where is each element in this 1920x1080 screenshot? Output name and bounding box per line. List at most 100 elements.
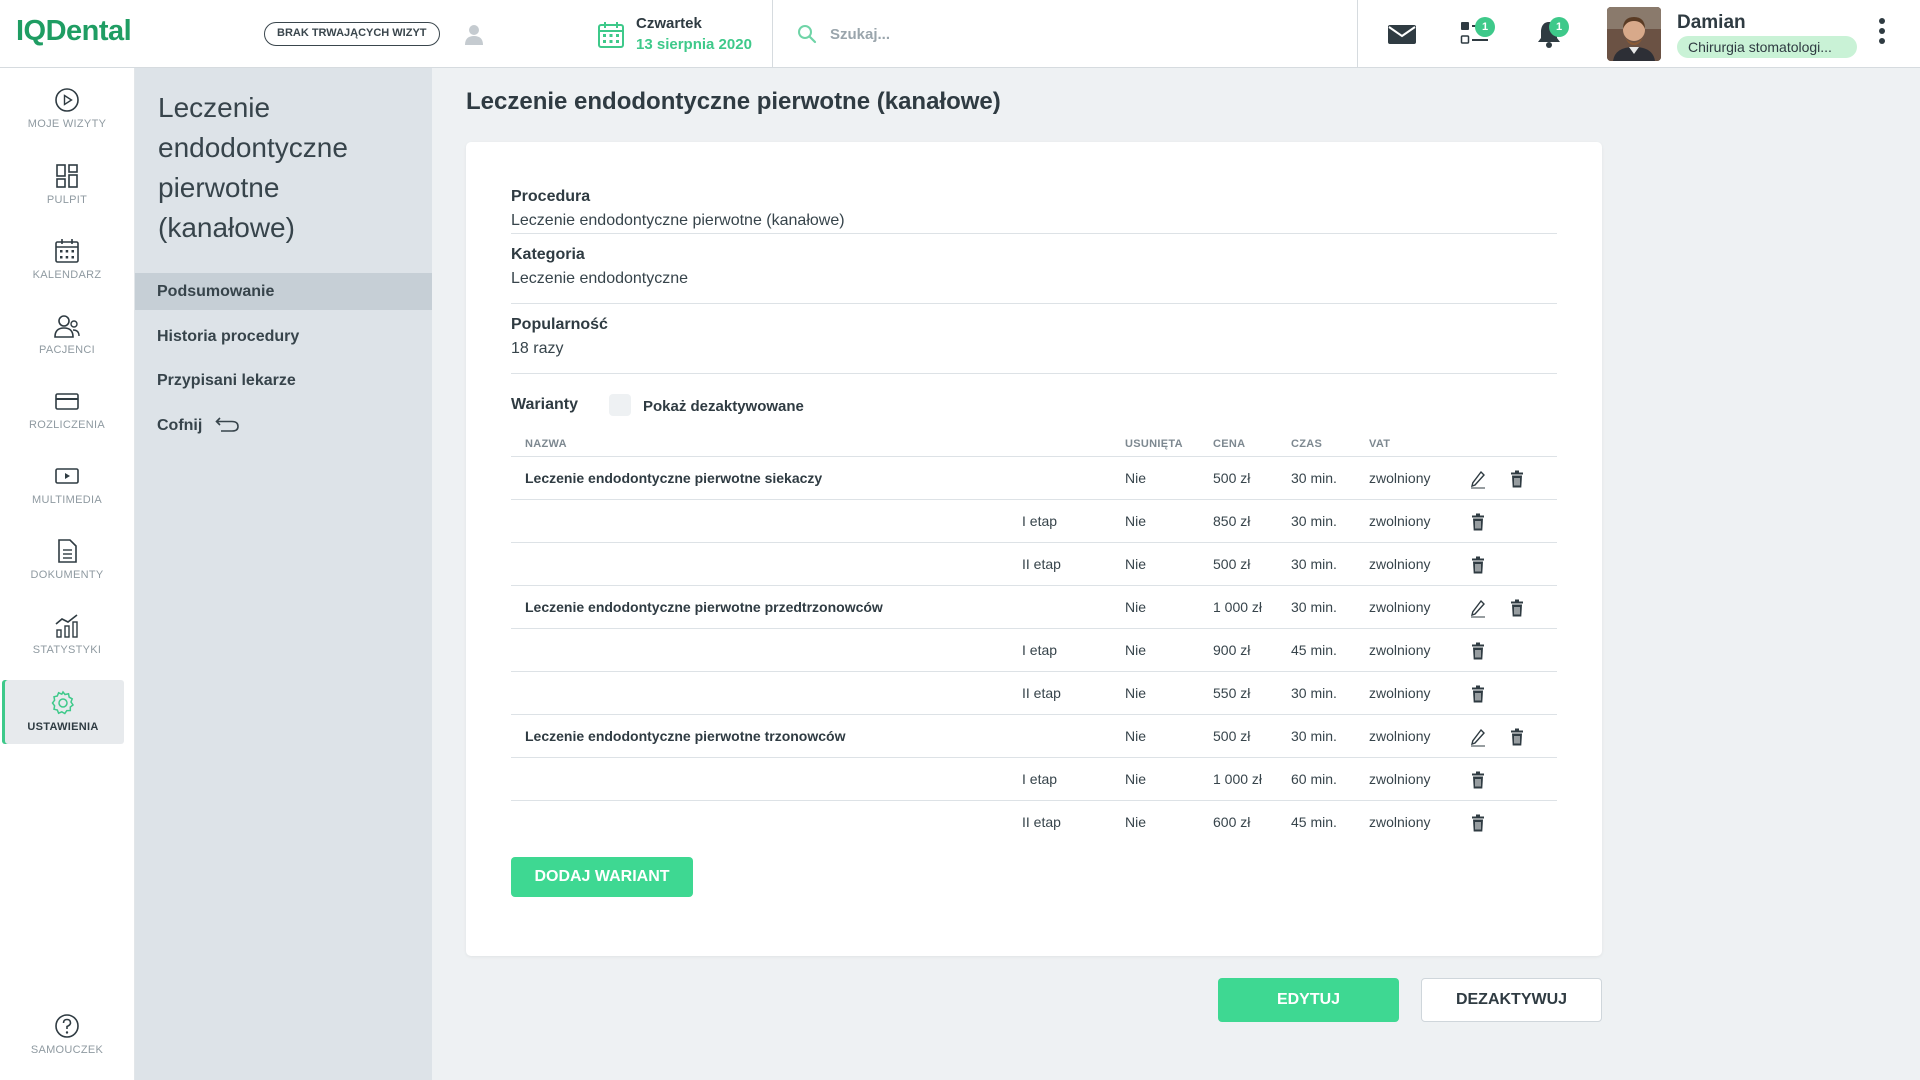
search-input[interactable] bbox=[830, 20, 1250, 48]
variant-deleted: Nie bbox=[1125, 556, 1147, 572]
variant-deleted: Nie bbox=[1125, 513, 1147, 529]
variant-deleted: Nie bbox=[1125, 771, 1147, 787]
mail-icon[interactable] bbox=[1385, 18, 1419, 50]
help-icon bbox=[55, 1014, 79, 1038]
app-logo[interactable]: IQDental bbox=[16, 15, 132, 48]
variant-row: Leczenie endodontyczne pierwotne siekacz… bbox=[511, 456, 1557, 499]
trash-icon[interactable] bbox=[1508, 727, 1526, 747]
nav-item-moje-wizyty[interactable]: MOJE WIZYTY bbox=[0, 86, 134, 150]
stats-icon bbox=[55, 614, 78, 638]
nav-item-pulpit[interactable]: PULPIT bbox=[0, 162, 134, 226]
trash-icon[interactable] bbox=[1469, 770, 1487, 790]
trash-icon[interactable] bbox=[1469, 512, 1487, 532]
calendar-icon[interactable] bbox=[596, 20, 626, 50]
variant-time: 30 min. bbox=[1291, 599, 1337, 615]
column-header-name: NAZWA bbox=[525, 438, 567, 450]
variant-time: 30 min. bbox=[1291, 556, 1337, 572]
variant-vat: zwolniony bbox=[1369, 513, 1431, 529]
nav-label: ROZLICZENIA bbox=[28, 419, 106, 431]
nav-label: USTAWIENIA bbox=[27, 721, 99, 733]
nav-item-ustawienia[interactable]: USTAWIENIA bbox=[2, 680, 124, 744]
field-label: Kategoria bbox=[511, 246, 585, 263]
variant-vat: zwolniony bbox=[1369, 814, 1431, 830]
tab-historia-procedury[interactable]: Historia procedury bbox=[135, 318, 432, 355]
nav-item-pacjenci[interactable]: PACJENCI bbox=[0, 312, 134, 376]
nav-item-multimedia[interactable]: MULTIMEDIA bbox=[0, 462, 134, 526]
variant-vat: zwolniony bbox=[1369, 771, 1431, 787]
field-kategoria: Kategoria Leczenie endodontyczne bbox=[511, 246, 1557, 304]
variant-row: Leczenie endodontyczne pierwotne przedtr… bbox=[511, 585, 1557, 628]
variant-stage: I etap bbox=[1022, 771, 1058, 787]
variant-row: II etap Nie 500 zł 30 min. zwolniony bbox=[511, 542, 1557, 585]
variant-vat: zwolniony bbox=[1369, 599, 1431, 615]
field-label: Procedura bbox=[511, 188, 591, 205]
edit-button[interactable]: EDYTUJ bbox=[1218, 978, 1399, 1022]
tasks-button[interactable]: 1 bbox=[1458, 17, 1498, 50]
variant-price: 1 000 zł bbox=[1213, 599, 1263, 615]
current-date[interactable]: Czwartek 13 sierpnia 2020 bbox=[636, 15, 752, 53]
nav-label: PACJENCI bbox=[39, 344, 95, 356]
show-deactivated-checkbox[interactable] bbox=[609, 394, 631, 416]
column-header-price: CENA bbox=[1213, 438, 1246, 450]
variant-name: Leczenie endodontyczne pierwotne przedtr… bbox=[525, 599, 883, 615]
variant-price: 500 zł bbox=[1213, 728, 1251, 744]
variant-deleted: Nie bbox=[1125, 642, 1147, 658]
trash-icon[interactable] bbox=[1469, 641, 1487, 661]
user-name[interactable]: Damian bbox=[1677, 12, 1746, 34]
date-full: 13 sierpnia 2020 bbox=[636, 36, 752, 53]
notifications-button[interactable]: 1 bbox=[1532, 17, 1572, 50]
tasks-badge: 1 bbox=[1475, 17, 1495, 37]
gear-icon bbox=[51, 690, 75, 715]
nav-item-kalendarz[interactable]: KALENDARZ bbox=[0, 237, 134, 301]
user-silhouette-icon bbox=[465, 25, 483, 45]
field-label: Popularność bbox=[511, 316, 608, 333]
field-value: Leczenie endodontyczne bbox=[511, 270, 689, 287]
column-header-deleted: USUNIĘTA bbox=[1125, 438, 1183, 450]
nav-label: SAMOUCZEK bbox=[30, 1044, 104, 1056]
variant-time: 30 min. bbox=[1291, 728, 1337, 744]
edit-pencil-icon[interactable] bbox=[1469, 727, 1487, 747]
nav-label: STATYSTYKI bbox=[32, 644, 102, 656]
deactivate-button[interactable]: DEZAKTYWUJ bbox=[1421, 978, 1602, 1022]
more-menu-icon[interactable] bbox=[1876, 18, 1888, 50]
edit-pencil-icon[interactable] bbox=[1469, 598, 1487, 618]
variant-time: 30 min. bbox=[1291, 685, 1337, 701]
nav-item-samouczek[interactable]: SAMOUCZEK bbox=[0, 1012, 134, 1076]
variant-row: II etap Nie 550 zł 30 min. zwolniony bbox=[511, 671, 1557, 714]
add-variant-button[interactable]: DODAJ WARIANT bbox=[511, 857, 693, 897]
nav-item-rozliczenia[interactable]: ROZLICZENIA bbox=[0, 387, 134, 451]
trash-icon[interactable] bbox=[1508, 598, 1526, 618]
variant-stage: II etap bbox=[1022, 814, 1061, 830]
variant-price: 500 zł bbox=[1213, 556, 1251, 572]
variant-time: 30 min. bbox=[1291, 513, 1337, 529]
edit-pencil-icon[interactable] bbox=[1469, 469, 1487, 489]
variant-time: 45 min. bbox=[1291, 814, 1337, 830]
nav-label: KALENDARZ bbox=[32, 269, 102, 281]
nav-item-dokumenty[interactable]: DOKUMENTY bbox=[0, 537, 134, 601]
tab-przypisani-lekarze[interactable]: Przypisani lekarze bbox=[135, 362, 432, 399]
variant-price: 500 zł bbox=[1213, 470, 1251, 486]
variant-stage: I etap bbox=[1022, 642, 1058, 658]
visit-status-pill[interactable]: BRAK TRWAJĄCYCH WIZYT bbox=[264, 22, 440, 46]
variant-row: I etap Nie 850 zł 30 min. zwolniony bbox=[511, 499, 1557, 542]
variant-price: 850 zł bbox=[1213, 513, 1251, 529]
user-role-badge[interactable]: Chirurgia stomatologi... bbox=[1677, 36, 1857, 58]
patients-icon bbox=[54, 315, 80, 338]
divider bbox=[772, 0, 773, 67]
nav-item-statystyki[interactable]: STATYSTYKI bbox=[0, 612, 134, 676]
tab-podsumowanie[interactable]: Podsumowanie bbox=[135, 273, 432, 310]
back-link[interactable]: Cofnij bbox=[135, 407, 432, 444]
variant-time: 60 min. bbox=[1291, 771, 1337, 787]
trash-icon[interactable] bbox=[1469, 684, 1487, 704]
variant-vat: zwolniony bbox=[1369, 470, 1431, 486]
trash-icon[interactable] bbox=[1469, 813, 1487, 833]
nav-label: MULTIMEDIA bbox=[31, 494, 103, 506]
variant-row: II etap Nie 600 zł 45 min. zwolniony bbox=[511, 800, 1557, 843]
avatar[interactable] bbox=[1607, 7, 1661, 61]
trash-icon[interactable] bbox=[1508, 469, 1526, 489]
trash-icon[interactable] bbox=[1469, 555, 1487, 575]
variant-deleted: Nie bbox=[1125, 470, 1147, 486]
show-deactivated-label[interactable]: Pokaż dezaktywowane bbox=[643, 398, 804, 415]
variant-vat: zwolniony bbox=[1369, 728, 1431, 744]
divider bbox=[1357, 0, 1358, 67]
